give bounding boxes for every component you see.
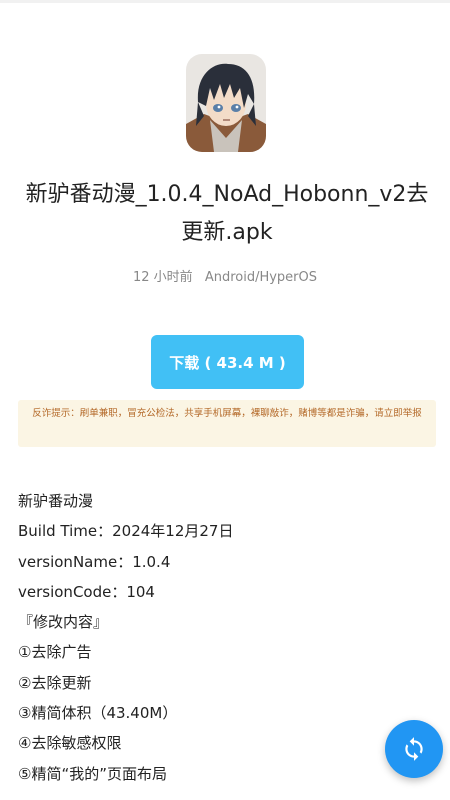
description-line: Build Time：2024年12月27日 [18,522,234,541]
app-icon [186,54,266,152]
description-line: ②去除更新 [18,673,92,692]
upload-time: 12 小时前 [132,270,193,285]
description-line: ③精简体积（43.40M） [18,704,178,723]
refresh-icon [405,737,423,761]
description: 新驴番动漫 Build Time：2024年12月27日 versionName… [18,486,438,789]
apk-meta: 12 小时前 Android/HyperOS [0,266,450,285]
apk-title: 新驴番动漫_1.0.4_NoAd_Hobonn_v2去更新.apk [25,182,429,245]
anti-fraud-warning: 反诈提示：刷单兼职，冒充公检法，共享手机屏幕，裸聊敲诈，赌博等都是诈骗，请立即举… [18,400,436,447]
description-line: ⑤精简“我的”页面布局 [18,764,167,783]
description-line: ④去除敏感权限 [18,734,122,753]
top-divider [0,0,450,3]
refresh-button[interactable] [385,720,443,778]
download-button[interactable]: 下载 ( 43.4 M ) [151,335,304,389]
description-line: versionName：1.0.4 [18,552,171,571]
description-line: ①去除广告 [18,643,92,662]
description-line: 新驴番动漫 [18,492,94,510]
description-line: versionCode：104 [18,582,155,601]
description-line: 『修改内容』 [18,613,109,632]
platform-label: Android/HyperOS [204,270,318,285]
